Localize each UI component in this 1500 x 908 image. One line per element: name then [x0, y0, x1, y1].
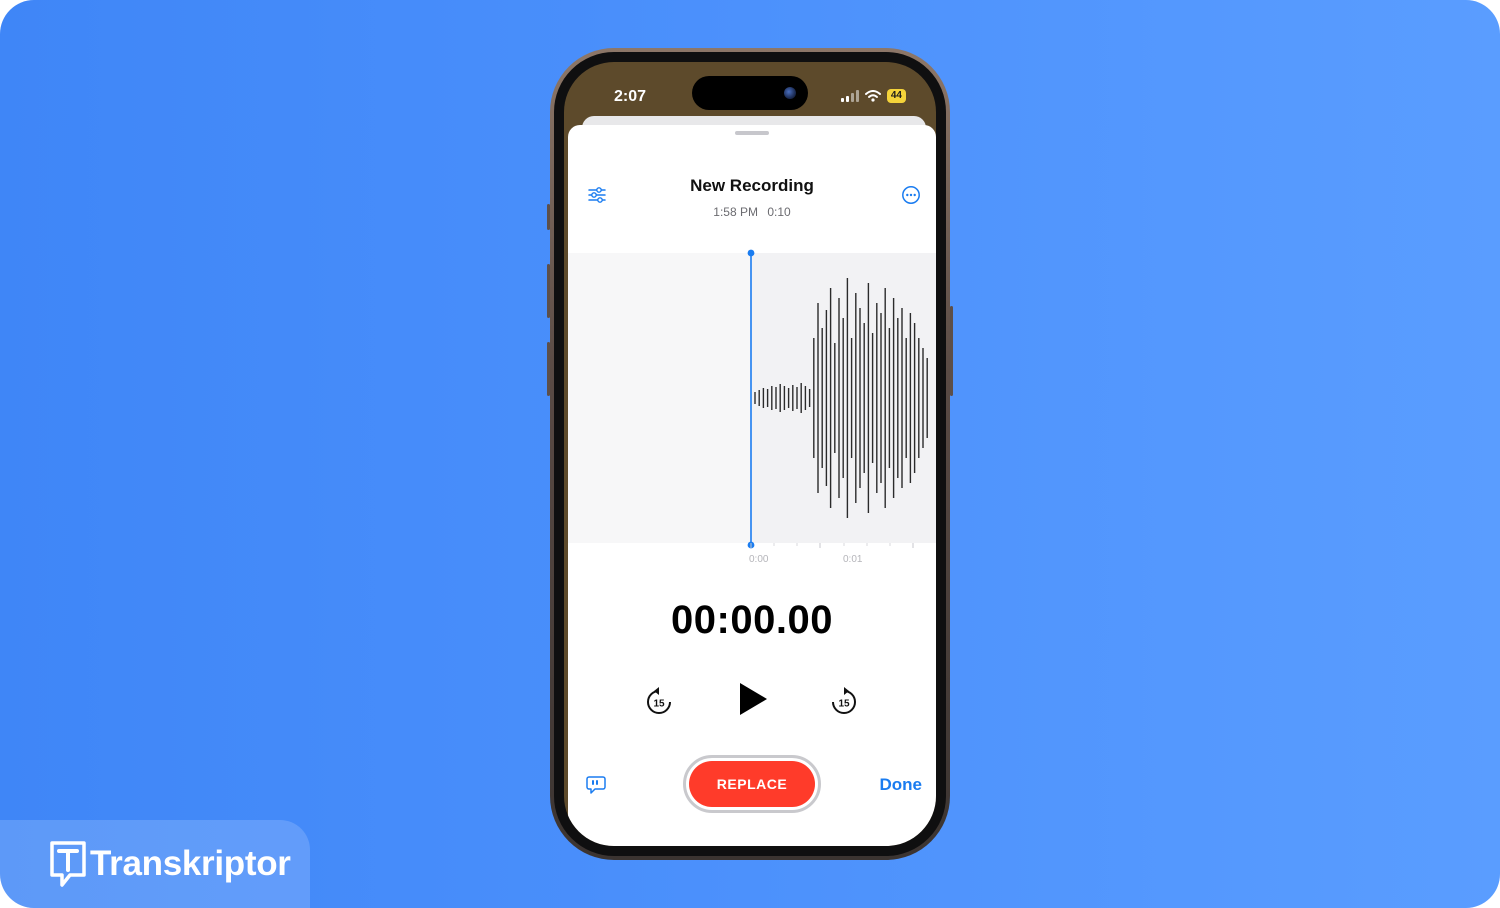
skip-forward-button[interactable]: 15: [828, 685, 860, 717]
replace-button-ring: REPLACE: [683, 755, 821, 813]
status-indicators: 44: [840, 89, 906, 103]
phone-frame: 2:07 44 New Recording 1:58 PM 0:10 0:00 …: [547, 48, 953, 860]
battery-indicator: 44: [886, 89, 906, 103]
playback-time: 00:00.00: [671, 598, 833, 642]
recording-sheet: New Recording 1:58 PM 0:10 0:00 0:01 00:…: [568, 125, 936, 846]
phone-screen: 2:07 44 New Recording 1:58 PM 0:10 0:00 …: [564, 62, 936, 846]
action-button: [547, 204, 550, 230]
rotate-back-15-icon: 15: [647, 687, 671, 714]
svg-text:15: 15: [653, 699, 665, 710]
wifi-icon: [864, 90, 881, 102]
phone-bezel: 2:07 44 New Recording 1:58 PM 0:10 0:00 …: [554, 52, 946, 856]
timeline-label-second: 0:01: [843, 554, 863, 565]
play-icon: [740, 683, 767, 715]
dynamic-island: [692, 76, 808, 110]
recording-date: 1:58 PM: [713, 205, 758, 219]
waveform-area[interactable]: [568, 249, 936, 549]
more-options-button[interactable]: [900, 184, 922, 206]
front-camera-icon: [784, 87, 796, 99]
brand-name: Transkriptor: [90, 844, 291, 883]
playhead[interactable]: [746, 248, 756, 550]
background-canvas: Transkriptor 2:07 44 New Recording 1:58 …: [0, 0, 1500, 908]
quote-bubble-icon: [586, 776, 606, 794]
power-button: [950, 306, 953, 396]
timeline-label-start: 0:00: [749, 554, 769, 565]
replace-button[interactable]: REPLACE: [689, 761, 815, 807]
recording-title[interactable]: New Recording: [568, 176, 936, 196]
recording-meta: 1:58 PM 0:10: [568, 205, 936, 219]
timeline-ticks: [750, 543, 914, 548]
transcript-button[interactable]: [585, 774, 607, 796]
volume-up-button: [547, 264, 550, 318]
sheet-grabber[interactable]: [735, 131, 769, 135]
play-button[interactable]: [735, 679, 771, 719]
status-time: 2:07: [614, 88, 647, 105]
ellipsis-circle-icon: [902, 186, 920, 204]
svg-text:15: 15: [838, 699, 850, 710]
volume-down-button: [547, 342, 550, 396]
skip-back-button[interactable]: 15: [643, 685, 675, 717]
recording-duration: 0:10: [767, 205, 791, 219]
done-button[interactable]: Done: [880, 775, 923, 795]
brand-badge: Transkriptor: [0, 820, 310, 908]
rotate-forward-15-icon: 15: [832, 687, 856, 714]
cellular-signal-icon: [840, 90, 859, 102]
transkriptor-logo-icon: [50, 841, 86, 887]
